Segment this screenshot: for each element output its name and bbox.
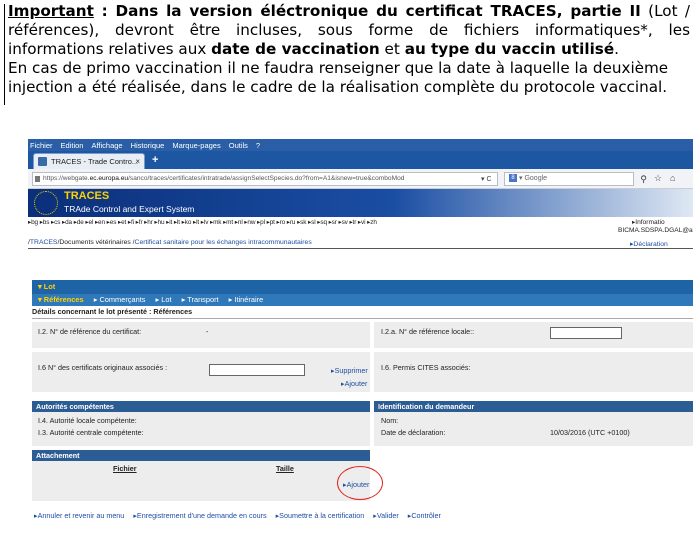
menu-fichier[interactable]: Fichier [30,141,53,150]
col-fichier: Fichier [113,464,137,473]
lock-icon [35,176,40,182]
site-title: TRACES [64,190,110,202]
date-decl-value: 10/03/2016 (UTC +0100) [550,428,630,437]
search-icon[interactable]: ⚲ [640,173,647,185]
information-link[interactable]: ▸Informatio [632,218,665,226]
autorite-centrale-label: I.3. Autorité centrale compétente: [38,428,144,437]
intro-end: . [614,40,619,58]
language-links[interactable]: ▸bg ▸bs ▸cs ▸da ▸de ▸el ▸en ▸es ▸et ▸fi … [28,218,693,228]
bottom-actions: ▸Annuler et revenir au menu ▸Enregistrem… [34,511,693,520]
menu-edition[interactable]: Edition [61,141,84,150]
menu-marque-pages[interactable]: Marque-pages [172,141,220,150]
lot-section-header[interactable]: ▾ Lot [32,280,693,294]
browser-navbar: https://webgate.ec.europa.eu/sanco/trace… [28,169,693,189]
cites-row [374,352,693,392]
vaccine-type-bold: au type du vaccin utilisé [404,40,615,58]
paragraph-primo-vaccination: En cas de primo vaccination il ne faudra… [8,59,669,96]
controler-link[interactable]: ▸Contrôler [408,511,441,520]
details-title: Détails concernant le lot présenté : Réf… [32,307,693,319]
ref-cert-label: I.2. N° de référence du certificat: [38,327,142,336]
highlight-circle [337,466,383,500]
col-taille: Taille [276,464,294,473]
site-subtitle: TRAde Control and Expert System [64,204,195,214]
supprimer-link[interactable]: ▸Supprimer [331,366,368,375]
autorite-locale-label: I.4. Autorité locale compétente: [38,416,137,425]
breadcrumb-certificat[interactable]: Certificat sanitaire pour les échanges i… [135,239,312,246]
menu-historique[interactable]: Historique [131,141,165,150]
browser-tabstrip: TRACES - Trade Contro... × + [28,151,693,169]
breadcrumb: /TRACES/Documents vétérinaires /Certific… [28,239,693,249]
orig-cert-input[interactable] [209,364,305,376]
menu-help[interactable]: ? [256,141,260,150]
subnav-transport[interactable]: ▸ Transport [182,295,219,304]
url-path: /sanco/traces/certificates/intratrade/as… [128,175,405,182]
google-icon: 8 [509,174,517,183]
lot-subnav: ▾ Références ▸ Commerçants ▸ Lot ▸ Trans… [32,294,693,306]
cites-label: I.6. Permis CITES associés: [381,363,471,372]
url-prefix: https://webgate. [43,175,90,182]
breadcrumb-documents[interactable]: Documents vétérinaires [59,239,130,246]
margin-rule [4,4,5,105]
menu-outils[interactable]: Outils [229,141,248,150]
intro-bold: : Dans la version éléctronique du certif… [93,2,641,20]
address-bar[interactable]: https://webgate.ec.europa.eu/sanco/trace… [32,172,498,186]
vaccination-date-bold: date de vaccination [211,40,380,58]
autorites-header: Autorités compétentes [32,401,370,412]
ref-cert-value: - [206,327,209,336]
bookmarks-menu-icon[interactable]: ⌂ [670,173,675,183]
annuler-link[interactable]: ▸Annuler et revenir au menu [34,511,124,520]
user-account: BICMA.SDSPA.DGAL@a [618,227,693,234]
document-text: Important : Dans la version éléctronique… [4,2,690,105]
search-box[interactable]: 8 ▾ Google ⚲ [504,172,647,186]
browser-menubar: Fichier Edition Affichage Historique Mar… [28,139,693,151]
traces-banner: TRACES TRAde Control and Expert System [28,189,693,217]
browser-tab[interactable]: TRACES - Trade Contro... × [33,153,145,169]
date-decl-label: Date de déclaration: [381,428,446,437]
subnav-commercants[interactable]: ▸ Commerçants [94,295,146,304]
eu-flag-icon [34,191,58,215]
nom-label: Nom: [381,416,399,425]
menu-affichage[interactable]: Affichage [91,141,122,150]
valider-link[interactable]: ▸Valider [373,511,398,520]
reload-icon[interactable]: ▾ C [481,174,492,185]
paragraph-important: Important : Dans la version éléctronique… [8,2,690,59]
important-label: Important [8,2,94,20]
ajouter-cert-link[interactable]: ▸Ajouter [341,379,367,388]
close-tab-icon[interactable]: × [135,157,140,166]
orig-cert-label: I.6 N° des certificats originaux associé… [38,363,168,372]
search-placeholder: Google [524,175,548,182]
tab-title: TRACES - Trade Contro... [51,157,139,166]
declaration-link[interactable]: ▸Déclaration [630,240,668,248]
attachement-body [32,461,370,501]
ref-local-input[interactable] [550,327,622,339]
soumettre-link[interactable]: ▸Soumettre à la certification [276,511,365,520]
identification-header: Identification du demandeur [374,401,693,412]
new-tab-icon[interactable]: + [152,154,158,166]
enregistrement-link[interactable]: ▸Enregistrement d'une demande en cours [133,511,266,520]
ref-local-label: I.2.a. N° de référence locale:: [381,327,475,336]
orig-cert-row [32,352,370,392]
breadcrumb-traces[interactable]: TRACES [30,239,58,246]
traces-favicon-icon [38,157,47,166]
subnav-lot[interactable]: ▸ Lot [156,295,172,304]
attachement-header: Attachement [32,450,370,461]
subnav-references[interactable]: ▾ Références [38,295,84,304]
browser-screenshot: Fichier Edition Affichage Historique Mar… [28,139,693,531]
bookmark-star-icon[interactable]: ☆ [654,173,662,184]
subnav-itineraire[interactable]: ▸ Itinéraire [229,295,264,304]
url-host: ec.europa.eu [89,175,129,182]
intro-and: et [379,40,405,58]
